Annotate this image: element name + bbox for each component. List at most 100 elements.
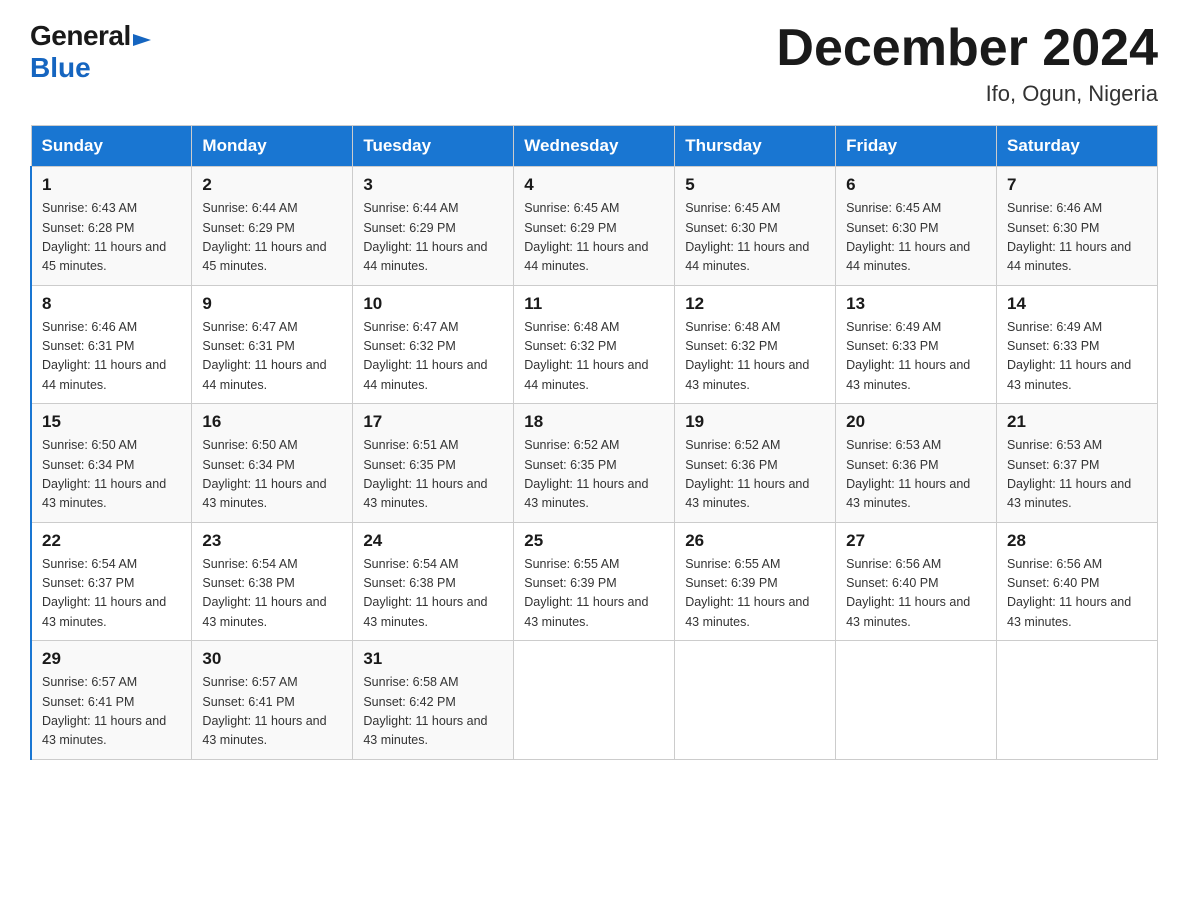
day-number: 3	[363, 175, 503, 195]
logo-flag-icon	[133, 34, 151, 52]
header-thursday: Thursday	[675, 126, 836, 167]
day-info: Sunrise: 6:57 AM Sunset: 6:41 PM Dayligh…	[42, 673, 181, 751]
day-info: Sunrise: 6:50 AM Sunset: 6:34 PM Dayligh…	[42, 436, 181, 514]
day-info: Sunrise: 6:51 AM Sunset: 6:35 PM Dayligh…	[363, 436, 503, 514]
day-info: Sunrise: 6:55 AM Sunset: 6:39 PM Dayligh…	[685, 555, 825, 633]
day-number: 14	[1007, 294, 1147, 314]
calendar-cell: 28 Sunrise: 6:56 AM Sunset: 6:40 PM Dayl…	[997, 522, 1158, 641]
day-info: Sunrise: 6:54 AM Sunset: 6:37 PM Dayligh…	[42, 555, 181, 633]
calendar-cell: 17 Sunrise: 6:51 AM Sunset: 6:35 PM Dayl…	[353, 404, 514, 523]
day-info: Sunrise: 6:44 AM Sunset: 6:29 PM Dayligh…	[202, 199, 342, 277]
day-info: Sunrise: 6:50 AM Sunset: 6:34 PM Dayligh…	[202, 436, 342, 514]
day-info: Sunrise: 6:56 AM Sunset: 6:40 PM Dayligh…	[846, 555, 986, 633]
calendar-cell: 22 Sunrise: 6:54 AM Sunset: 6:37 PM Dayl…	[31, 522, 192, 641]
calendar-cell: 4 Sunrise: 6:45 AM Sunset: 6:29 PM Dayli…	[514, 167, 675, 286]
calendar-cell: 20 Sunrise: 6:53 AM Sunset: 6:36 PM Dayl…	[836, 404, 997, 523]
calendar-cell: 24 Sunrise: 6:54 AM Sunset: 6:38 PM Dayl…	[353, 522, 514, 641]
day-info: Sunrise: 6:52 AM Sunset: 6:36 PM Dayligh…	[685, 436, 825, 514]
day-number: 24	[363, 531, 503, 551]
day-number: 30	[202, 649, 342, 669]
day-info: Sunrise: 6:46 AM Sunset: 6:31 PM Dayligh…	[42, 318, 181, 396]
day-info: Sunrise: 6:48 AM Sunset: 6:32 PM Dayligh…	[524, 318, 664, 396]
calendar-cell	[997, 641, 1158, 760]
day-number: 13	[846, 294, 986, 314]
day-info: Sunrise: 6:49 AM Sunset: 6:33 PM Dayligh…	[846, 318, 986, 396]
calendar-cell: 8 Sunrise: 6:46 AM Sunset: 6:31 PM Dayli…	[31, 285, 192, 404]
calendar-cell: 23 Sunrise: 6:54 AM Sunset: 6:38 PM Dayl…	[192, 522, 353, 641]
day-number: 8	[42, 294, 181, 314]
calendar-cell: 9 Sunrise: 6:47 AM Sunset: 6:31 PM Dayli…	[192, 285, 353, 404]
logo-general-text: General	[30, 20, 131, 52]
day-number: 26	[685, 531, 825, 551]
day-info: Sunrise: 6:45 AM Sunset: 6:29 PM Dayligh…	[524, 199, 664, 277]
calendar-cell: 26 Sunrise: 6:55 AM Sunset: 6:39 PM Dayl…	[675, 522, 836, 641]
calendar-cell: 31 Sunrise: 6:58 AM Sunset: 6:42 PM Dayl…	[353, 641, 514, 760]
calendar-cell: 15 Sunrise: 6:50 AM Sunset: 6:34 PM Dayl…	[31, 404, 192, 523]
header-monday: Monday	[192, 126, 353, 167]
calendar-title: December 2024	[776, 20, 1158, 77]
calendar-cell: 2 Sunrise: 6:44 AM Sunset: 6:29 PM Dayli…	[192, 167, 353, 286]
day-number: 4	[524, 175, 664, 195]
day-number: 7	[1007, 175, 1147, 195]
day-number: 5	[685, 175, 825, 195]
page-header: General Blue December 2024 Ifo, Ogun, Ni…	[30, 20, 1158, 107]
day-number: 19	[685, 412, 825, 432]
day-number: 20	[846, 412, 986, 432]
calendar-cell: 30 Sunrise: 6:57 AM Sunset: 6:41 PM Dayl…	[192, 641, 353, 760]
day-number: 2	[202, 175, 342, 195]
day-number: 17	[363, 412, 503, 432]
week-row-1: 1 Sunrise: 6:43 AM Sunset: 6:28 PM Dayli…	[31, 167, 1158, 286]
calendar-cell: 21 Sunrise: 6:53 AM Sunset: 6:37 PM Dayl…	[997, 404, 1158, 523]
calendar-cell: 1 Sunrise: 6:43 AM Sunset: 6:28 PM Dayli…	[31, 167, 192, 286]
day-info: Sunrise: 6:46 AM Sunset: 6:30 PM Dayligh…	[1007, 199, 1147, 277]
day-number: 10	[363, 294, 503, 314]
day-info: Sunrise: 6:54 AM Sunset: 6:38 PM Dayligh…	[202, 555, 342, 633]
day-info: Sunrise: 6:48 AM Sunset: 6:32 PM Dayligh…	[685, 318, 825, 396]
header-tuesday: Tuesday	[353, 126, 514, 167]
calendar-cell: 16 Sunrise: 6:50 AM Sunset: 6:34 PM Dayl…	[192, 404, 353, 523]
title-block: December 2024 Ifo, Ogun, Nigeria	[776, 20, 1158, 107]
calendar-subtitle: Ifo, Ogun, Nigeria	[776, 81, 1158, 107]
day-number: 6	[846, 175, 986, 195]
calendar-cell: 11 Sunrise: 6:48 AM Sunset: 6:32 PM Dayl…	[514, 285, 675, 404]
calendar-cell: 5 Sunrise: 6:45 AM Sunset: 6:30 PM Dayli…	[675, 167, 836, 286]
header-saturday: Saturday	[997, 126, 1158, 167]
calendar-cell	[836, 641, 997, 760]
calendar-cell: 7 Sunrise: 6:46 AM Sunset: 6:30 PM Dayli…	[997, 167, 1158, 286]
day-number: 29	[42, 649, 181, 669]
calendar-cell	[675, 641, 836, 760]
day-info: Sunrise: 6:52 AM Sunset: 6:35 PM Dayligh…	[524, 436, 664, 514]
week-row-2: 8 Sunrise: 6:46 AM Sunset: 6:31 PM Dayli…	[31, 285, 1158, 404]
calendar-table: SundayMondayTuesdayWednesdayThursdayFrid…	[30, 125, 1158, 760]
calendar-cell: 25 Sunrise: 6:55 AM Sunset: 6:39 PM Dayl…	[514, 522, 675, 641]
day-number: 27	[846, 531, 986, 551]
calendar-cell: 10 Sunrise: 6:47 AM Sunset: 6:32 PM Dayl…	[353, 285, 514, 404]
calendar-cell: 13 Sunrise: 6:49 AM Sunset: 6:33 PM Dayl…	[836, 285, 997, 404]
day-number: 16	[202, 412, 342, 432]
calendar-cell: 3 Sunrise: 6:44 AM Sunset: 6:29 PM Dayli…	[353, 167, 514, 286]
day-number: 12	[685, 294, 825, 314]
day-info: Sunrise: 6:56 AM Sunset: 6:40 PM Dayligh…	[1007, 555, 1147, 633]
day-info: Sunrise: 6:45 AM Sunset: 6:30 PM Dayligh…	[685, 199, 825, 277]
day-number: 28	[1007, 531, 1147, 551]
day-number: 1	[42, 175, 181, 195]
day-info: Sunrise: 6:54 AM Sunset: 6:38 PM Dayligh…	[363, 555, 503, 633]
calendar-body: 1 Sunrise: 6:43 AM Sunset: 6:28 PM Dayli…	[31, 167, 1158, 760]
calendar-cell: 27 Sunrise: 6:56 AM Sunset: 6:40 PM Dayl…	[836, 522, 997, 641]
calendar-cell: 14 Sunrise: 6:49 AM Sunset: 6:33 PM Dayl…	[997, 285, 1158, 404]
day-number: 22	[42, 531, 181, 551]
calendar-header-row: SundayMondayTuesdayWednesdayThursdayFrid…	[31, 126, 1158, 167]
day-number: 25	[524, 531, 664, 551]
week-row-5: 29 Sunrise: 6:57 AM Sunset: 6:41 PM Dayl…	[31, 641, 1158, 760]
day-number: 18	[524, 412, 664, 432]
day-number: 15	[42, 412, 181, 432]
day-info: Sunrise: 6:47 AM Sunset: 6:31 PM Dayligh…	[202, 318, 342, 396]
day-info: Sunrise: 6:53 AM Sunset: 6:36 PM Dayligh…	[846, 436, 986, 514]
week-row-4: 22 Sunrise: 6:54 AM Sunset: 6:37 PM Dayl…	[31, 522, 1158, 641]
day-number: 11	[524, 294, 664, 314]
calendar-cell: 12 Sunrise: 6:48 AM Sunset: 6:32 PM Dayl…	[675, 285, 836, 404]
logo-blue-text: Blue	[30, 52, 91, 84]
calendar-cell: 19 Sunrise: 6:52 AM Sunset: 6:36 PM Dayl…	[675, 404, 836, 523]
header-sunday: Sunday	[31, 126, 192, 167]
calendar-cell	[514, 641, 675, 760]
